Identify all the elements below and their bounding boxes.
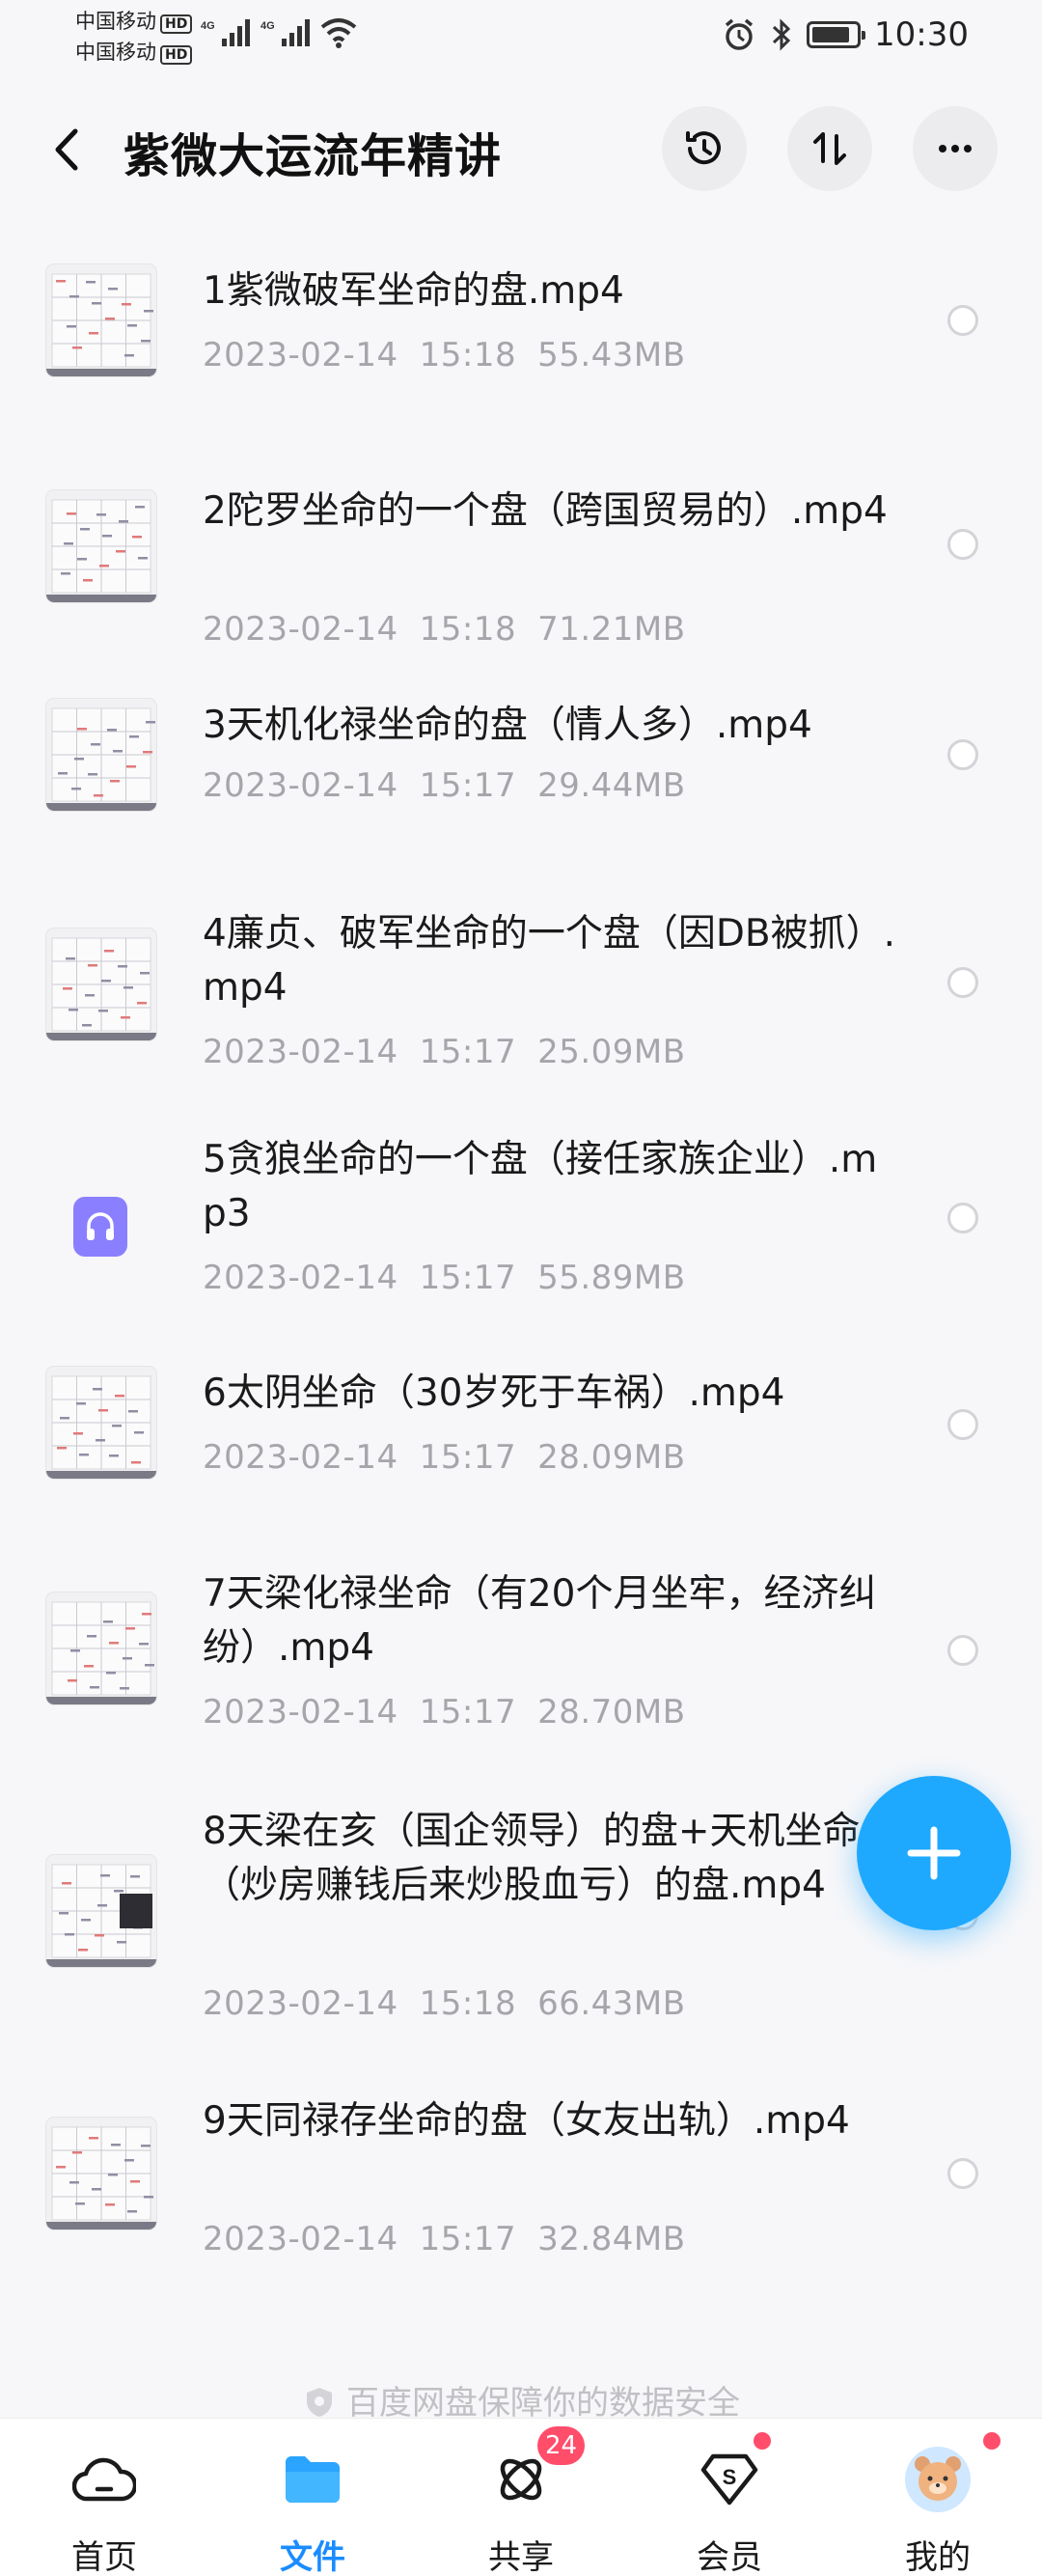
file-meta: 2023-02-14 15:17 55.89MB <box>203 1259 686 1297</box>
notification-dot <box>983 2432 1001 2450</box>
file-name: 9天同禄存坐命的盘（女友出轨）.mp4 <box>203 2099 850 2143</box>
thumbnail-graphic <box>46 273 156 376</box>
file-name: 4廉贞、破军坐命的一个盘（因DB被抓）.mp4 <box>203 912 895 1010</box>
battery-icon <box>807 21 866 48</box>
signal-icon: 4G <box>201 19 250 46</box>
bluetooth-icon <box>772 18 791 51</box>
select-checkbox[interactable] <box>947 1635 978 1666</box>
share-icon <box>500 2458 542 2501</box>
header: 紫微大运流年精讲 <box>0 97 1042 203</box>
svg-text:S: S <box>723 2465 737 2489</box>
file-name: 5贪狼坐命的一个盘（接任家族企业）.mp3 <box>203 1138 878 1235</box>
tab-share[interactable]: 24 共享 <box>449 2426 593 2576</box>
sort-button[interactable] <box>787 106 872 191</box>
file-name: 1紫微破军坐命的盘.mp4 <box>203 269 624 313</box>
notification-badge: 24 <box>537 2426 586 2465</box>
page-title: 紫微大运流年精讲 <box>123 129 503 183</box>
tab-mine[interactable]: 我的 <box>865 2432 1010 2576</box>
file-meta: 2023-02-14 15:17 25.09MB <box>203 1033 686 1071</box>
file-name: 8天梁在亥（国企领导）的盘+天机坐命（炒房赚钱后来炒股血亏）的盘.mp4 <box>203 1810 861 1907</box>
carrier-label: 中国移动 HD <box>75 6 193 35</box>
file-meta: 2023-02-14 15:17 28.70MB <box>203 1693 686 1731</box>
tab-files[interactable]: 文件 <box>240 2446 385 2576</box>
more-button[interactable] <box>913 106 998 191</box>
video-thumbnail <box>46 2118 156 2230</box>
thumbnail-graphic <box>46 937 156 1040</box>
clock: 10:30 <box>874 15 969 54</box>
sort-icon <box>813 132 846 165</box>
history-button[interactable] <box>662 106 747 191</box>
notification-dot <box>754 2432 771 2450</box>
thumbnail-graphic <box>46 707 156 811</box>
thumbnail-graphic <box>46 1601 156 1704</box>
wifi-icon <box>320 18 357 48</box>
folder-icon <box>286 2456 340 2503</box>
carrier-label: 中国移动 HD <box>75 37 193 66</box>
svg-text:4G: 4G <box>260 20 275 32</box>
safety-note: 百度网盘保障你的数据安全 <box>0 2376 1042 2424</box>
back-icon[interactable] <box>48 125 87 174</box>
cloud-icon <box>72 2457 136 2502</box>
file-meta: 2023-02-14 15:17 28.09MB <box>203 1438 686 1477</box>
tab-bar: 首页 文件 24 共享 S 会员 我的 <box>0 2418 1042 2576</box>
file-meta: 2023-02-14 15:18 55.43MB <box>203 336 686 374</box>
select-checkbox[interactable] <box>947 967 978 998</box>
add-button[interactable] <box>857 1776 1011 1930</box>
select-checkbox[interactable] <box>947 1409 978 1440</box>
plus-icon <box>907 1826 961 1880</box>
thumbnail-graphic <box>46 1375 156 1479</box>
audio-file-icon <box>73 1197 127 1257</box>
tab-home[interactable]: 首页 <box>32 2446 177 2576</box>
more-icon <box>939 145 972 152</box>
file-name: 6太阴坐命（30岁死于车祸）.mp4 <box>203 1371 785 1415</box>
history-icon <box>686 131 721 165</box>
thumbnail-graphic <box>46 1864 156 1967</box>
select-checkbox[interactable] <box>947 2158 978 2189</box>
thumbnail-graphic <box>46 2126 156 2230</box>
select-checkbox[interactable] <box>947 529 978 560</box>
video-thumbnail <box>46 1367 156 1479</box>
select-checkbox[interactable] <box>947 1203 978 1233</box>
video-thumbnail <box>46 1593 156 1704</box>
thumbnail-graphic <box>46 499 156 602</box>
avatar <box>905 2447 971 2512</box>
file-meta: 2023-02-14 15:18 71.21MB <box>203 610 686 649</box>
select-checkbox[interactable] <box>947 305 978 336</box>
tab-vip[interactable]: S 会员 <box>657 2432 802 2576</box>
video-thumbnail <box>46 928 156 1040</box>
signal-icon: 4G <box>260 19 310 46</box>
file-meta: 2023-02-14 15:18 66.43MB <box>203 1984 686 2023</box>
file-name: 3天机化禄坐命的盘（情人多）.mp4 <box>203 704 812 747</box>
video-thumbnail <box>46 264 156 376</box>
alarm-icon <box>725 18 754 50</box>
vip-icon: S <box>700 2453 758 2506</box>
file-meta: 2023-02-14 15:17 32.84MB <box>203 2220 686 2258</box>
svg-text:4G: 4G <box>201 20 215 32</box>
shield-icon <box>307 2388 332 2417</box>
video-thumbnail <box>46 699 156 811</box>
video-thumbnail <box>46 490 156 602</box>
file-meta: 2023-02-14 15:17 29.44MB <box>203 766 686 805</box>
video-thumbnail <box>46 1855 156 1967</box>
status-bar: 中国移动 HD 中国移动 HD 4G 4G 10:30 <box>0 0 1042 69</box>
select-checkbox[interactable] <box>947 739 978 770</box>
headphones-icon <box>87 1212 114 1240</box>
file-name: 7天梁化禄坐命（有20个月坐牢，经济纠纷）.mp4 <box>203 1572 877 1670</box>
file-name: 2陀罗坐命的一个盘（跨国贸易的）.mp4 <box>203 489 888 533</box>
